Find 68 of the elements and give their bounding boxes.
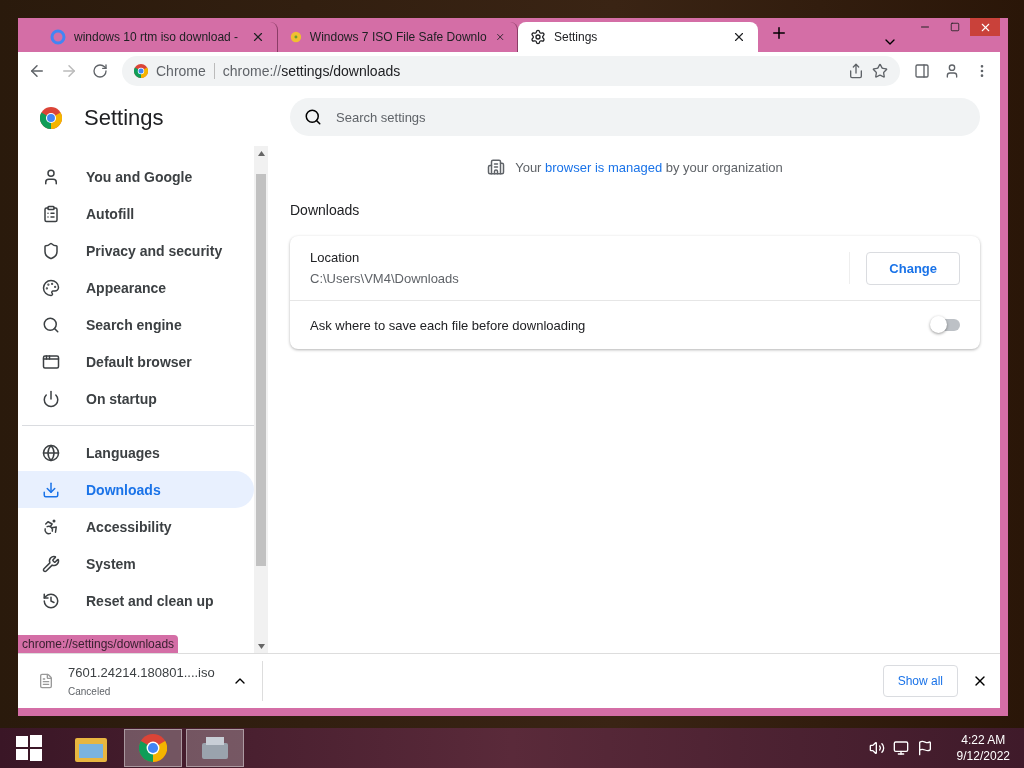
sidebar-item[interactable]: Privacy and security <box>18 232 254 269</box>
site-chip: Chrome <box>156 63 215 79</box>
back-icon[interactable] <box>28 62 46 80</box>
download-status: Canceled <box>68 686 112 697</box>
sidebar-item[interactable]: Reset and clean up <box>18 582 254 619</box>
profile-icon[interactable] <box>944 63 960 79</box>
clock-date: 9/12/2022 <box>956 749 1010 763</box>
close-icon <box>732 30 746 44</box>
network-icon <box>892 740 909 756</box>
sidebar-item[interactable]: Downloads <box>18 471 254 508</box>
google-icon <box>50 29 66 45</box>
wrench-icon <box>42 554 60 573</box>
search-icon <box>304 108 322 126</box>
close-icon <box>251 30 265 44</box>
clock-time: 4:22 AM <box>961 733 1006 747</box>
location-path: C:\Users\VM4\Downloads <box>310 271 460 286</box>
flag-icon <box>916 740 933 756</box>
download-icon <box>42 480 60 499</box>
sidebar-item[interactable]: Accessibility <box>18 508 254 545</box>
globe-icon <box>42 443 60 462</box>
sidebar-item[interactable]: Languages <box>18 434 254 471</box>
location-label: Location <box>310 250 361 265</box>
chrome-logo-icon <box>139 734 167 762</box>
windows-logo-icon[interactable] <box>16 735 42 761</box>
chrome-logo-icon <box>134 64 148 78</box>
clipboard-icon <box>42 204 60 223</box>
sidebar-item[interactable]: You and Google <box>18 158 254 195</box>
maximize-icon[interactable] <box>950 22 960 32</box>
browser-tab[interactable]: Settings <box>518 22 758 52</box>
scroll-down-arrow-icon[interactable] <box>257 643 265 649</box>
search-icon <box>42 315 60 334</box>
disc-icon <box>290 29 302 45</box>
browser-window-icon <box>42 352 60 371</box>
palette-icon <box>42 278 60 297</box>
download-filename: 7601.24214.180801....iso <box>68 665 216 680</box>
setting-label: Ask where to save each file before downloading <box>310 317 587 333</box>
accessibility-icon <box>42 517 60 536</box>
star-icon[interactable] <box>872 63 888 79</box>
show-all-button[interactable]: Show all <box>882 665 958 697</box>
search-field[interactable]: Search settings <box>290 98 980 136</box>
status-bubble: chrome://settings/downloads <box>18 635 179 653</box>
sidebar-item[interactable]: Appearance <box>18 269 254 306</box>
managed-notice: Your browser is managed by your organization <box>515 159 783 175</box>
file-icon <box>38 673 54 689</box>
toggle-switch[interactable] <box>932 319 960 331</box>
url-text: chrome://settings/downloads <box>222 63 402 79</box>
share-icon[interactable] <box>848 63 864 79</box>
reload-icon[interactable] <box>92 63 108 79</box>
power-icon <box>42 389 60 408</box>
sidebar-item[interactable]: On startup <box>18 380 254 417</box>
section-title: Downloads <box>290 202 361 218</box>
person-icon <box>42 167 60 186</box>
building-icon <box>487 158 506 176</box>
shield-icon <box>42 241 60 260</box>
gear-icon <box>530 29 546 45</box>
new-tab-icon[interactable] <box>770 24 788 42</box>
scrollbar-thumb[interactable] <box>256 174 266 566</box>
sidebar-item[interactable]: Default browser <box>18 343 254 380</box>
chrome-logo-icon <box>40 107 62 129</box>
change-button[interactable]: Change <box>866 251 960 285</box>
page-title: Settings <box>84 105 164 131</box>
side-panel-icon[interactable] <box>914 63 930 79</box>
sidebar-item[interactable]: Search engine <box>18 306 254 343</box>
reset-icon <box>42 591 60 610</box>
scroll-up-arrow-icon[interactable] <box>257 150 265 156</box>
address-bar[interactable]: Chrome chrome://settings/downloads <box>122 56 900 86</box>
sidebar-item[interactable]: System <box>18 545 254 582</box>
sidebar-item[interactable]: Autofill <box>18 195 254 232</box>
